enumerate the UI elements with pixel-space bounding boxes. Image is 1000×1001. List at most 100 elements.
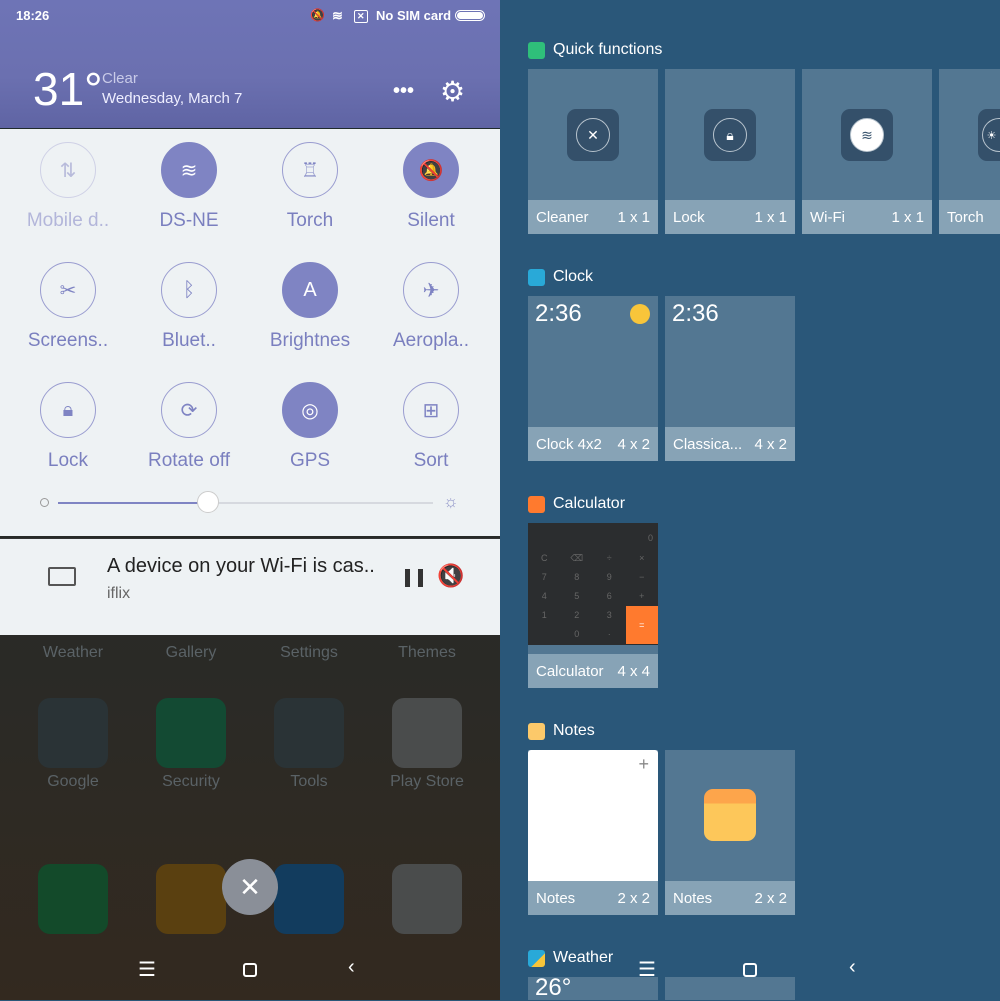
- widget-tile-torch[interactable]: ☀ Torch: [939, 69, 1000, 234]
- phone-app-icon[interactable]: [38, 864, 108, 934]
- widget-tile-clock[interactable]: 2:36 Clock 4x2 4 x 2: [528, 296, 658, 461]
- home-icon[interactable]: [243, 963, 257, 977]
- widget-tile-notes-list[interactable]: + Notes 2 x 2: [528, 750, 658, 915]
- weather-preview-temp: 26°: [535, 974, 572, 1001]
- tile-name: Lock: [673, 208, 705, 226]
- more-icon[interactable]: •••: [393, 80, 414, 103]
- toggle-torch[interactable]: ♖ Torch: [250, 142, 370, 232]
- tile-size: 1 x 1: [891, 208, 924, 226]
- tile-name: Notes: [536, 889, 576, 907]
- calc-key: =: [625, 606, 658, 644]
- app-label[interactable]: Play Store: [368, 773, 486, 791]
- app-label[interactable]: Weather: [14, 644, 132, 662]
- toggle-lock[interactable]: 🔒︎ Lock: [8, 382, 128, 472]
- calc-key: 8: [574, 572, 580, 582]
- app-label[interactable]: Themes: [368, 644, 486, 662]
- notification-app: iflix: [107, 585, 131, 602]
- app-label[interactable]: Gallery: [132, 644, 250, 662]
- widget-tile-cleaner[interactable]: ✕ Cleaner 1 x 1: [528, 69, 658, 234]
- camera-app-icon[interactable]: [392, 864, 462, 934]
- cast-notification[interactable]: A device on your Wi-Fi is cas.. iflix 🔇: [0, 538, 500, 635]
- section-title: Quick functions: [553, 41, 663, 58]
- toggle-label: Mobile d..: [26, 210, 110, 231]
- tile-name: Clock 4x2: [536, 435, 602, 453]
- tile-size: 2 x 2: [754, 889, 787, 907]
- notes-icon: [704, 789, 756, 841]
- clock-preview-time: 2:36: [535, 300, 582, 327]
- app-label[interactable]: Tools: [250, 773, 368, 791]
- toggle-label: Sort: [413, 450, 449, 471]
- toggle-screenshot[interactable]: ✂ Screens..: [8, 262, 128, 352]
- widget-tile-weather-2[interactable]: [665, 977, 795, 1000]
- tile-name: Calculator: [536, 662, 604, 680]
- app-label[interactable]: Security: [132, 773, 250, 791]
- airplane-icon: ✈: [403, 262, 459, 318]
- settings-gear-icon[interactable]: ⚙: [440, 78, 465, 106]
- clock-app-icon: [528, 268, 545, 286]
- tools-folder-icon[interactable]: [274, 698, 344, 768]
- google-folder-icon[interactable]: [38, 698, 108, 768]
- calc-key: 1: [541, 610, 547, 620]
- calc-key: 9: [606, 572, 612, 582]
- brightness-slider[interactable]: [58, 491, 433, 513]
- tile-size: 1 x 1: [617, 208, 650, 226]
- home-icon[interactable]: [743, 963, 757, 977]
- section-weather: Weather: [528, 949, 613, 967]
- weather-condition: Clear: [102, 70, 138, 87]
- toggle-mobile-data[interactable]: ⇅ Mobile d..: [8, 142, 128, 232]
- tile-name: Notes: [673, 889, 713, 907]
- calc-key: 3: [606, 610, 612, 620]
- calc-key: 7: [541, 572, 547, 582]
- section-title: Clock: [553, 268, 594, 285]
- toggle-airplane[interactable]: ✈ Aeropla..: [371, 262, 491, 352]
- calc-key: [528, 625, 561, 644]
- gps-icon: ◎: [282, 382, 338, 438]
- widget-tile-lock[interactable]: 🔒︎ Lock 1 x 1: [665, 69, 795, 234]
- toggle-gps[interactable]: ◎ GPS: [250, 382, 370, 472]
- bluetooth-icon: ᛒ: [161, 262, 217, 318]
- battery-icon: [455, 10, 485, 21]
- toggle-grid[interactable]: ⊞ Sort: [371, 382, 491, 472]
- messages-app-icon[interactable]: [156, 864, 226, 934]
- section-notes: Notes: [528, 722, 595, 740]
- app-label[interactable]: Settings: [250, 644, 368, 662]
- security-app-icon[interactable]: [156, 698, 226, 768]
- widget-tile-calculator[interactable]: 0 C ⌫ ÷ × 7 8 9 − 4 5 6 +1 2 3 = 0 · Calculator 4 x 4: [528, 523, 658, 688]
- play-store-icon[interactable]: [392, 698, 462, 768]
- back-icon[interactable]: ‹: [849, 956, 856, 979]
- menu-icon[interactable]: ☰: [638, 957, 656, 982]
- browser-app-icon[interactable]: [274, 864, 344, 934]
- calc-key: C: [541, 553, 548, 563]
- toggle-auto-brightness[interactable]: A Brightnes: [250, 262, 370, 352]
- toggle-label: Screens..: [27, 330, 109, 351]
- sim-status: No SIM card: [376, 8, 452, 23]
- back-icon[interactable]: ‹: [348, 956, 355, 979]
- brightness-slider-thumb[interactable]: [197, 491, 219, 513]
- date: Wednesday, March 7: [102, 90, 243, 107]
- toggle-silent[interactable]: 🔕 Silent: [371, 142, 491, 232]
- toggle-bluetooth[interactable]: ᛒ Bluet..: [129, 262, 249, 352]
- status-time: 18:26: [16, 8, 50, 23]
- toggle-wifi[interactable]: ≋ DS-NE: [129, 142, 249, 232]
- widget-tile-classical-clock[interactable]: 2:36 Classica... 4 x 2: [665, 296, 795, 461]
- lock-icon: 🔒︎: [713, 118, 747, 152]
- toggle-rotate[interactable]: ⟳ Rotate off: [129, 382, 249, 472]
- silent-status-icon: 🔕: [310, 8, 325, 22]
- section-quick-functions: Quick functions: [528, 41, 662, 59]
- widget-tile-notes-icon[interactable]: Notes 2 x 2: [665, 750, 795, 915]
- tile-size: 4 x 2: [754, 435, 787, 453]
- mobile-data-icon: ⇅: [40, 142, 96, 198]
- calc-key: ÷: [606, 553, 612, 563]
- section-calculator: Calculator: [528, 495, 625, 513]
- mute-icon[interactable]: 🔇: [437, 563, 464, 589]
- widget-tile-wifi[interactable]: ≋ Wi-Fi 1 x 1: [802, 69, 932, 234]
- brightness-low-icon: [40, 498, 49, 507]
- add-note-icon: +: [638, 754, 649, 774]
- notes-app-icon: [528, 722, 545, 740]
- tile-name: Torch: [947, 208, 984, 226]
- close-icon[interactable]: ✕: [222, 859, 278, 915]
- menu-icon[interactable]: ☰: [138, 957, 156, 982]
- app-label[interactable]: Google: [14, 773, 132, 791]
- pause-icon[interactable]: [405, 569, 423, 587]
- auto-brightness-icon: A: [282, 262, 338, 318]
